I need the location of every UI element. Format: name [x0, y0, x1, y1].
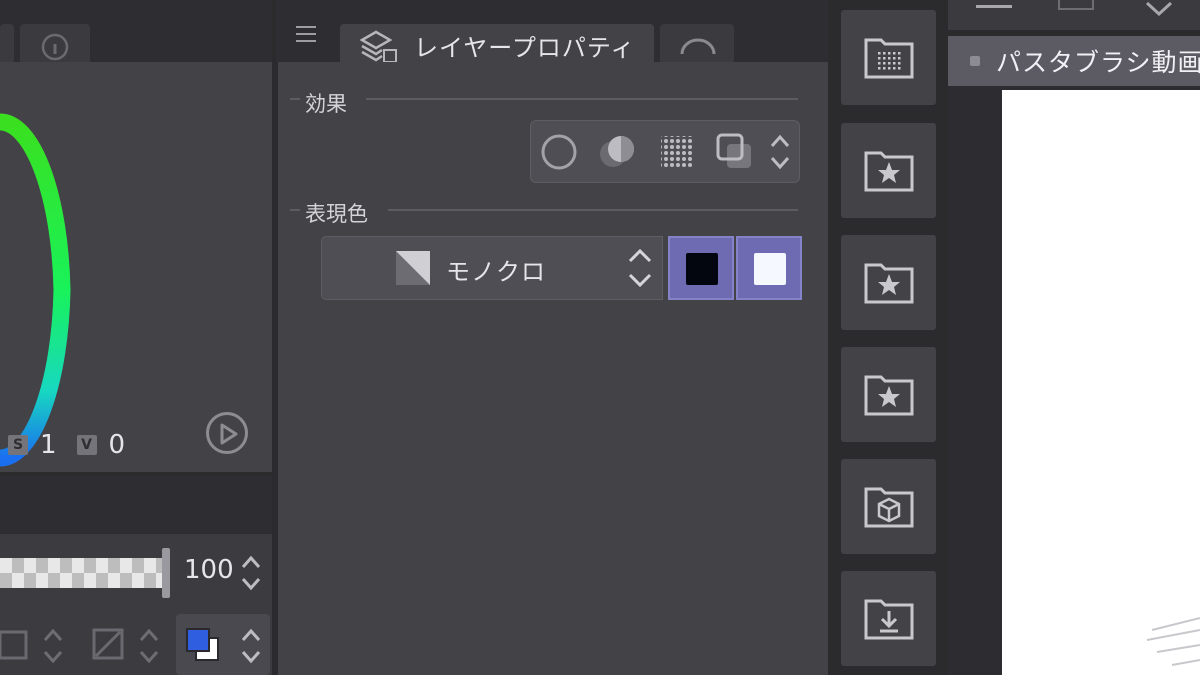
dock-material-tone-button[interactable] — [841, 10, 936, 105]
dock-material-download-button[interactable] — [841, 571, 936, 666]
effect-buttons — [530, 120, 800, 183]
up-down-chevron-icon — [139, 628, 159, 664]
info-icon — [41, 33, 69, 61]
toolbar-button[interactable] — [976, 0, 1012, 8]
up-down-chevron-icon — [241, 628, 261, 664]
effect-tone-icon[interactable] — [657, 132, 697, 172]
expression-color-divider — [388, 209, 798, 211]
blend-mode-button[interactable] — [0, 614, 70, 675]
saturation-badge: S — [8, 435, 28, 455]
expression-color-value: モノクロ — [446, 258, 546, 286]
dock-material-3d-button[interactable] — [841, 459, 936, 554]
tab-layer-property[interactable]: レイヤープロパティ — [340, 24, 654, 66]
effect-border-icon[interactable] — [597, 132, 637, 172]
draw-color-swatch[interactable] — [668, 236, 734, 300]
navigator-icon — [680, 38, 716, 55]
paper-color-white — [754, 253, 786, 285]
draw-color-black — [686, 253, 718, 285]
value-value: 0 — [108, 430, 126, 460]
canvas-toolbar — [948, 0, 1200, 30]
download-folder-icon — [864, 599, 914, 640]
dock-material-star-button-2[interactable] — [841, 235, 936, 330]
screentone-folder-icon — [864, 38, 914, 79]
opacity-stepper[interactable] — [240, 553, 262, 593]
monochrome-icon — [396, 251, 430, 285]
up-down-chevron-icon[interactable] — [769, 132, 791, 172]
mask-icon — [0, 630, 28, 660]
tab-layer-property-label: レイヤープロパティ — [414, 33, 636, 62]
clip-layer-button[interactable] — [86, 614, 166, 675]
opacity-slider-handle[interactable] — [162, 548, 170, 598]
layer-panel-header — [0, 476, 272, 534]
effect-none-icon[interactable] — [539, 132, 579, 172]
color-panel-tab[interactable] — [0, 24, 14, 62]
up-down-chevron-icon — [628, 248, 652, 288]
up-down-chevron-icon — [43, 628, 63, 664]
effect-divider — [366, 98, 798, 100]
color-wheel[interactable] — [0, 62, 272, 472]
star-folder-icon — [864, 151, 914, 192]
layer-color-button[interactable] — [176, 614, 270, 675]
effect-divider-left — [290, 98, 300, 100]
star-folder-icon — [864, 263, 914, 304]
canvas-sketch-lines — [1146, 617, 1200, 666]
color-panel-tabstrip — [0, 0, 272, 62]
value-badge: V — [76, 435, 97, 455]
hsv-readout: S 1 V 0 — [8, 430, 125, 460]
panel-menu-icon[interactable] — [296, 26, 316, 47]
color-panel-tab-info[interactable] — [20, 24, 90, 62]
3d-folder-icon — [864, 487, 914, 528]
tab-navigator[interactable] — [660, 24, 734, 62]
opacity-value[interactable]: 100 — [184, 555, 234, 585]
canvas-tab-marker — [970, 56, 980, 66]
layer-color-icon — [186, 628, 219, 661]
canvas-tab[interactable]: パスタブラシ動画 — [948, 36, 1200, 86]
play-button[interactable] — [206, 412, 248, 454]
canvas-paper[interactable] — [1002, 90, 1200, 675]
effect-label: 効果 — [305, 92, 347, 116]
clip-icon — [92, 628, 124, 660]
effect-layer-color-icon[interactable] — [715, 132, 755, 172]
expression-color-label: 表現色 — [305, 202, 368, 226]
expression-color-divider-left — [290, 209, 300, 211]
saturation-value: 1 — [40, 430, 57, 460]
layer-property-icon — [359, 30, 397, 63]
color-wheel-panel — [0, 62, 272, 472]
dock-material-star-button-1[interactable] — [841, 123, 936, 218]
dock-material-star-button-3[interactable] — [841, 347, 936, 442]
play-icon — [220, 423, 238, 445]
star-folder-icon — [864, 375, 914, 416]
canvas-tab-title: パスタブラシ動画 — [996, 48, 1200, 77]
toolbar-button[interactable] — [1058, 0, 1094, 10]
paper-color-swatch[interactable] — [736, 236, 802, 300]
opacity-slider[interactable] — [0, 558, 162, 588]
up-down-chevron-icon — [241, 555, 261, 591]
chevron-down-icon[interactable] — [1144, 0, 1174, 18]
